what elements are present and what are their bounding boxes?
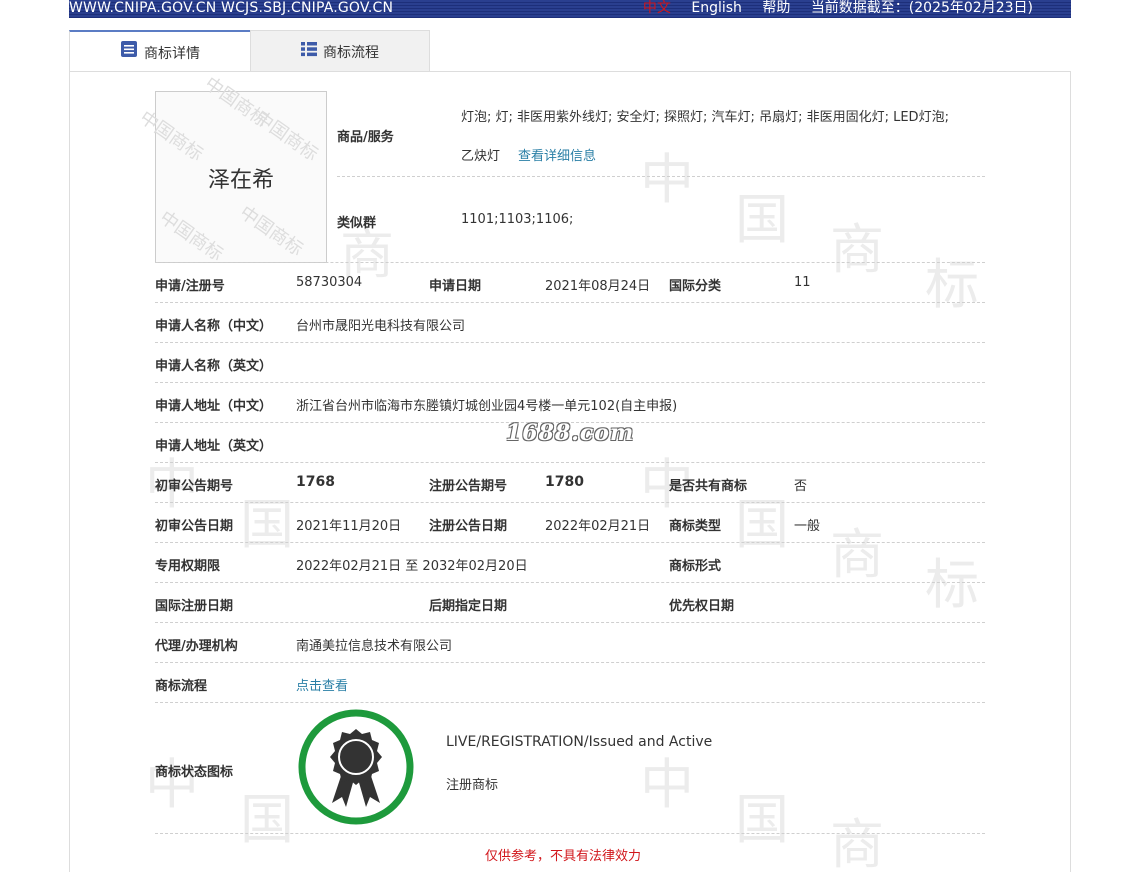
logo-watermark: 中国商标 [155, 206, 227, 266]
agent-label: 代理/办理机构 [155, 639, 238, 654]
term-label: 专用权期限 [155, 559, 221, 574]
trademark-image: 中国商标 中国商标 中国商标 中国商标 中国商标 泽在希 [136, 73, 327, 265]
agent-value: 南通美拉信息技术有限公司 [296, 639, 453, 654]
address-cn-label: 申请人地址（中文） [155, 399, 273, 414]
shared-label: 是否共有商标 [669, 479, 748, 494]
similar-group-value: 1101;1103;1106; [461, 212, 574, 227]
intl-reg-date-label: 国际注册日期 [155, 599, 234, 614]
prelim-date-value: 2021年11月20日 [296, 519, 402, 534]
prelim-no-label: 初审公告期号 [155, 479, 234, 494]
divider [155, 662, 985, 663]
list-icon [301, 31, 317, 75]
mark-type-label: 商标类型 [669, 519, 722, 534]
logo-watermark: 中国商标 [250, 106, 322, 166]
divider [155, 302, 985, 303]
view-detail-link[interactable]: 查看详细信息 [518, 145, 596, 164]
prelim-no-value: 1768 [296, 474, 335, 490]
tab-label: 商标详情 [144, 46, 200, 62]
status-en: LIVE/REGISTRATION/Issued and Active [446, 734, 713, 750]
tab-label: 商标流程 [323, 45, 379, 61]
mark-form-label: 商标形式 [669, 559, 722, 574]
term-value: 2022年02月21日 至 2032年02月20日 [296, 559, 528, 574]
apply-date-label: 申请日期 [429, 279, 482, 294]
applicant-cn-label: 申请人名称（中文） [155, 319, 273, 334]
flow-view-link[interactable]: 点击查看 [296, 675, 348, 694]
disclaimer: 仅供参考，不具有法律效力 [485, 849, 642, 864]
top-bar: WWW.CNIPA.GOV.CN WCJS.SBJ.CNIPA.GOV.CN 中… [69, 0, 1071, 18]
help-link[interactable]: 帮助 [762, 0, 790, 16]
tab-trademark-flow[interactable]: 商标流程 [250, 30, 430, 71]
goods-value-line1: 灯泡; 灯; 非医用紫外线灯; 安全灯; 探照灯; 汽车灯; 吊扇灯; 非医用固… [461, 110, 949, 125]
priority-date-label: 优先权日期 [669, 599, 735, 614]
tab-trademark-detail[interactable]: 商标详情 [69, 30, 251, 72]
divider [155, 582, 985, 583]
lang-english-link[interactable]: English [691, 0, 742, 16]
divider [155, 542, 985, 543]
divider [155, 342, 985, 343]
divider [155, 502, 985, 503]
divider [155, 462, 985, 463]
site-links[interactable]: WWW.CNIPA.GOV.CN WCJS.SBJ.CNIPA.GOV.CN [69, 0, 393, 16]
divider [155, 382, 985, 383]
intl-class-label: 国际分类 [669, 279, 722, 294]
shared-value: 否 [794, 479, 808, 494]
applicant-cn-value: 台州市晟阳光电科技有限公司 [296, 319, 466, 334]
status-icon-label: 商标状态图标 [155, 765, 234, 780]
data-as-of: 当前数据截至：(2025年02月23日) [810, 0, 1033, 16]
divider [155, 262, 985, 263]
divider [337, 176, 985, 177]
reg-no-value: 58730304 [296, 275, 363, 290]
apply-date-value: 2021年08月24日 [545, 279, 651, 294]
divider [155, 833, 985, 834]
address-en-label: 申请人地址（英文） [155, 439, 273, 454]
applicant-en-label: 申请人名称（英文） [155, 359, 273, 374]
prelim-date-label: 初审公告日期 [155, 519, 234, 534]
trademark-text: 泽在希 [207, 168, 274, 193]
reg-pub-no-label: 注册公告期号 [429, 479, 508, 494]
logo-watermark: 中国商标 [235, 201, 307, 261]
divider [155, 622, 985, 623]
document-icon [120, 32, 138, 76]
reg-pub-no-value: 1780 [545, 474, 584, 490]
registered-badge-icon [298, 709, 414, 825]
intl-class-value: 11 [794, 275, 811, 290]
reg-pub-date-label: 注册公告日期 [429, 519, 508, 534]
similar-group-label: 类似群 [337, 216, 377, 231]
overlay-watermark: 1688.com [506, 420, 635, 446]
lang-chinese-link[interactable]: 中文 [643, 0, 671, 16]
address-cn-value: 浙江省台州市临海市东塍镇灯城创业园4号楼一单元102(自主申报) [296, 399, 678, 414]
later-designation-label: 后期指定日期 [429, 599, 508, 614]
goods-label: 商品/服务 [337, 130, 394, 145]
divider [155, 702, 985, 703]
goods-value-line2: 乙炔灯 [461, 149, 501, 164]
reg-no-label: 申请/注册号 [155, 279, 225, 294]
status-cn: 注册商标 [446, 778, 499, 793]
reg-pub-date-value: 2022年02月21日 [545, 519, 651, 534]
mark-type-value: 一般 [794, 519, 821, 534]
flow-label: 商标流程 [155, 679, 208, 694]
